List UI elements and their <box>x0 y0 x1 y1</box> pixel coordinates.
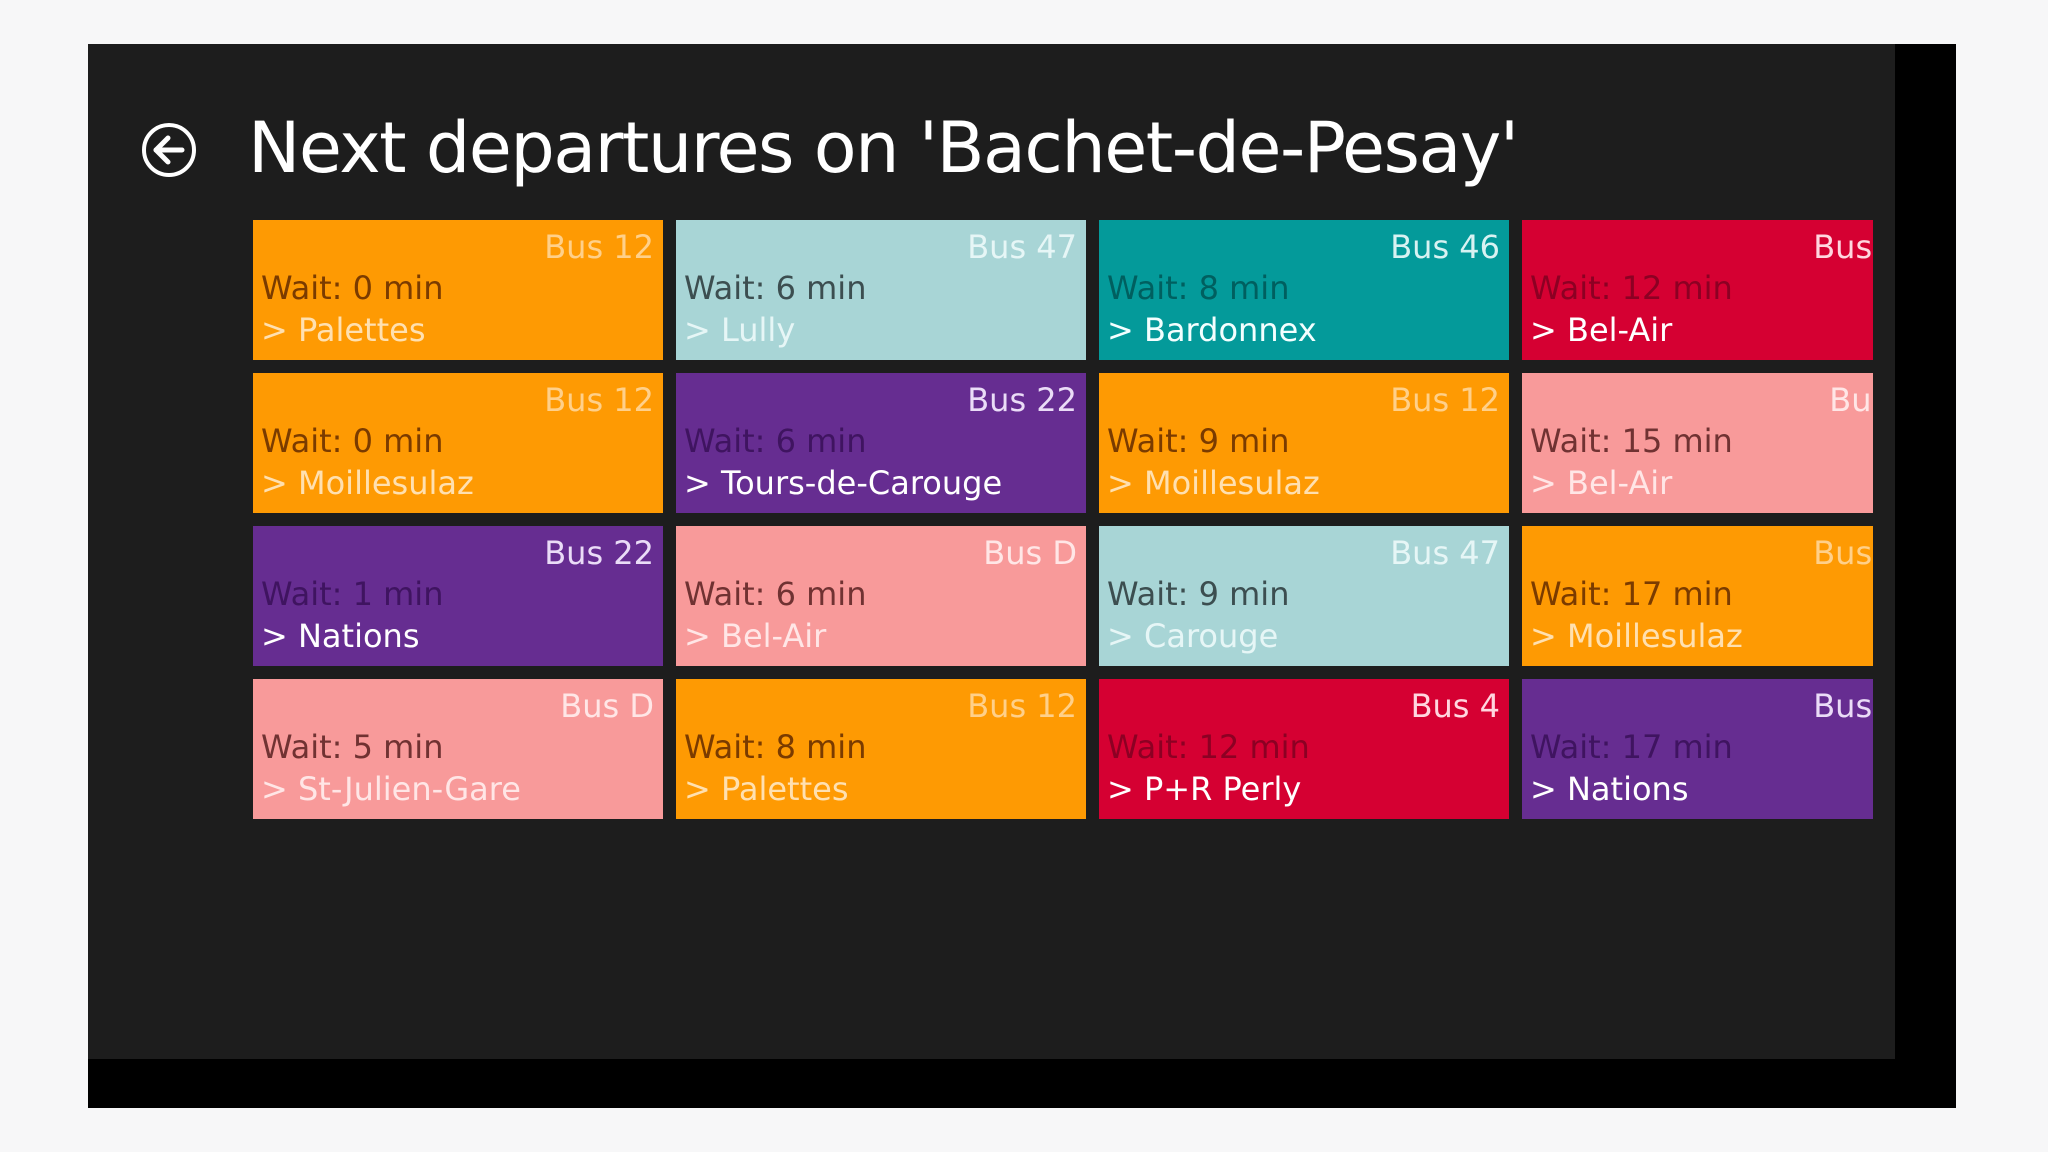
wait-time-label: Wait: 8 min <box>684 728 867 766</box>
departure-tile[interactable]: Bus 12 Wait: 0 min > Moillesulaz <box>253 373 663 513</box>
departure-tile[interactable]: Bus 12 Wait: 9 min > Moillesulaz <box>1099 373 1509 513</box>
bus-line-label: Bus D <box>560 687 654 725</box>
departures-scroll-viewer[interactable]: Bus 12 Wait: 0 min > Palettes Bus 47 Wai… <box>253 220 1873 870</box>
wait-time-label: Wait: 9 min <box>1107 422 1290 460</box>
bus-line-label: Bus D <box>1829 381 1873 419</box>
departure-tile[interactable]: Bus D Wait: 6 min > Bel-Air <box>676 526 1086 666</box>
wait-time-label: Wait: 5 min <box>261 728 444 766</box>
departure-tile[interactable]: Bus 22 Wait: 6 min > Tours-de-Carouge <box>676 373 1086 513</box>
wait-time-label: Wait: 15 min <box>1530 422 1733 460</box>
departure-tile[interactable]: Bus 12 Wait: 8 min > Palettes <box>676 679 1086 819</box>
bus-line-label: Bus 46 <box>1390 228 1500 266</box>
back-button[interactable] <box>139 120 199 180</box>
departure-tile[interactable]: Bus D Wait: 15 min > Bel-Air <box>1522 373 1873 513</box>
bus-line-label: Bus 22 <box>1813 687 1873 725</box>
wait-time-label: Wait: 1 min <box>261 575 444 613</box>
bus-line-label: Bus 47 <box>967 228 1077 266</box>
destination-label: > Moillesulaz <box>261 464 474 502</box>
destination-label: > Nations <box>261 617 420 655</box>
wait-time-label: Wait: 6 min <box>684 575 867 613</box>
departure-tile[interactable]: Bus 4 Wait: 12 min > P+R Perly <box>1099 679 1509 819</box>
bus-line-label: Bus 22 <box>967 381 1077 419</box>
destination-label: > Moillesulaz <box>1530 617 1743 655</box>
bus-line-label: Bus 47 <box>1390 534 1500 572</box>
departure-tile[interactable]: Bus D Wait: 5 min > St-Julien-Gare <box>253 679 663 819</box>
wait-time-label: Wait: 0 min <box>261 422 444 460</box>
wait-time-label: Wait: 8 min <box>1107 269 1290 307</box>
destination-label: > P+R Perly <box>1107 770 1302 808</box>
bus-line-label: Bus 4 <box>1410 687 1500 725</box>
destination-label: > Palettes <box>684 770 849 808</box>
wait-time-label: Wait: 6 min <box>684 269 867 307</box>
screenshot-frame: Next departures on 'Bachet-de-Pesay' Bus… <box>88 44 1956 1108</box>
destination-label: > St-Julien-Gare <box>261 770 521 808</box>
departure-tile[interactable]: Bus 46 Wait: 8 min > Bardonnex <box>1099 220 1509 360</box>
back-arrow-circle-icon <box>142 123 196 177</box>
bus-line-label: Bus 12 <box>544 381 654 419</box>
wait-time-label: Wait: 17 min <box>1530 728 1733 766</box>
wait-time-label: Wait: 9 min <box>1107 575 1290 613</box>
departure-tile[interactable]: Bus 47 Wait: 6 min > Lully <box>676 220 1086 360</box>
wait-time-label: Wait: 0 min <box>261 269 444 307</box>
destination-label: > Bardonnex <box>1107 311 1317 349</box>
destination-label: > Moillesulaz <box>1107 464 1320 502</box>
bus-line-label: Bus 12 <box>1813 534 1873 572</box>
destination-label: > Bel-Air <box>1530 464 1673 502</box>
bus-line-label: Bus 12 <box>1390 381 1500 419</box>
departure-tile[interactable]: Bus 12 Wait: 0 min > Palettes <box>253 220 663 360</box>
destination-label: > Palettes <box>261 311 426 349</box>
bus-line-label: Bus 12 <box>544 228 654 266</box>
destination-label: > Carouge <box>1107 617 1279 655</box>
destination-label: > Tours-de-Carouge <box>684 464 1003 502</box>
bus-line-label: Bus 14 <box>1813 228 1873 266</box>
departure-tile[interactable]: Bus 12 Wait: 17 min > Moillesulaz <box>1522 526 1873 666</box>
bus-line-label: Bus 22 <box>544 534 654 572</box>
page-title: Next departures on 'Bachet-de-Pesay' <box>248 107 1519 189</box>
wait-time-label: Wait: 17 min <box>1530 575 1733 613</box>
destination-label: > Lully <box>684 311 796 349</box>
departure-tile[interactable]: Bus 47 Wait: 9 min > Carouge <box>1099 526 1509 666</box>
destination-label: > Bel-Air <box>1530 311 1673 349</box>
wait-time-label: Wait: 12 min <box>1107 728 1310 766</box>
departure-tile[interactable]: Bus 22 Wait: 1 min > Nations <box>253 526 663 666</box>
departures-grid: Bus 12 Wait: 0 min > Palettes Bus 47 Wai… <box>253 220 1873 819</box>
bus-line-label: Bus D <box>983 534 1077 572</box>
departure-tile[interactable]: Bus 22 Wait: 17 min > Nations <box>1522 679 1873 819</box>
departure-tile[interactable]: Bus 14 Wait: 12 min > Bel-Air <box>1522 220 1873 360</box>
wait-time-label: Wait: 12 min <box>1530 269 1733 307</box>
wait-time-label: Wait: 6 min <box>684 422 867 460</box>
app-window: Next departures on 'Bachet-de-Pesay' Bus… <box>88 44 1895 1059</box>
destination-label: > Nations <box>1530 770 1689 808</box>
bus-line-label: Bus 12 <box>967 687 1077 725</box>
destination-label: > Bel-Air <box>684 617 827 655</box>
